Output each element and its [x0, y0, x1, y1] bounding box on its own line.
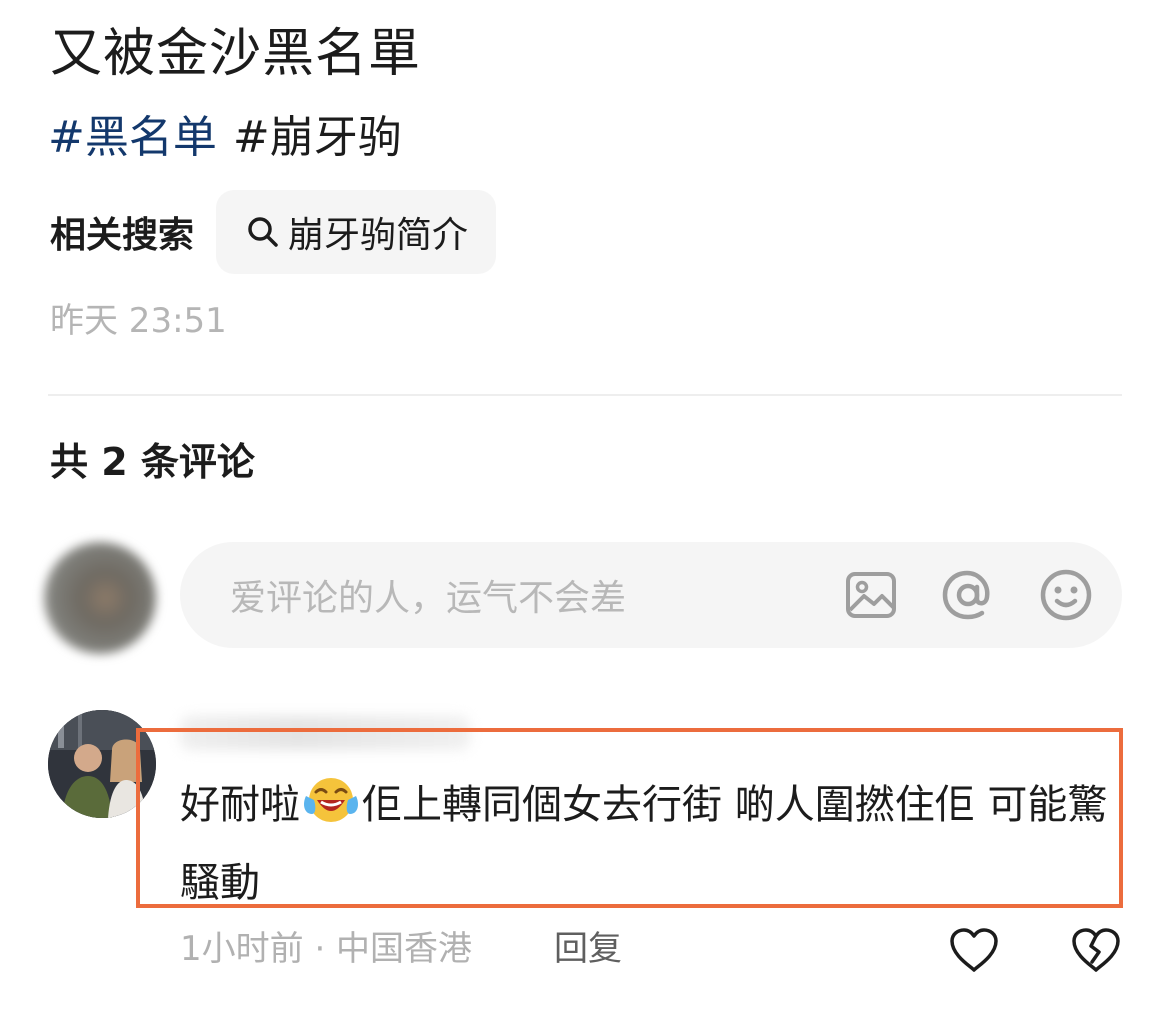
comment-input[interactable]: 爱评论的人，运气不会差: [180, 542, 1122, 648]
comment-input-icons: [844, 567, 1094, 623]
tag-bengya[interactable]: #崩牙驹: [233, 110, 402, 166]
related-search-label: 相关搜索: [50, 215, 195, 256]
tag-list: #黑名单 #崩牙驹: [48, 110, 402, 166]
at-icon[interactable]: [940, 567, 996, 623]
reply-button[interactable]: 回复: [554, 924, 622, 974]
post-title: 又被金沙黑名單: [50, 24, 422, 84]
related-search-row: 相关搜索 崩牙驹简介: [50, 190, 497, 274]
search-icon: [248, 217, 278, 247]
divider: [48, 394, 1122, 396]
comment-text: 好耐啦 佢上轉同個女去行街 啲人圍撚住佢 可能驚騷動: [180, 770, 1110, 918]
tag-blacklist[interactable]: #黑名单: [48, 110, 217, 166]
my-avatar: [44, 542, 156, 654]
comment-meta: 1小时前 · 中国香港: [180, 929, 473, 969]
post-timestamp: 昨天 23:51: [50, 301, 227, 341]
comment-count: 共 2 条评论: [50, 440, 255, 484]
comment-text-start: 好耐啦: [180, 782, 300, 828]
related-search-chip-label: 崩牙驹简介: [288, 215, 469, 256]
broken-heart-icon[interactable]: [1070, 926, 1122, 978]
heart-icon[interactable]: [948, 926, 1000, 978]
comment-input-placeholder: 爱评论的人，运气不会差: [230, 578, 627, 619]
laughing-crying-emoji-icon: [302, 774, 360, 848]
related-search-chip[interactable]: 崩牙驹简介: [216, 190, 497, 274]
emoji-icon[interactable]: [1038, 567, 1094, 623]
image-icon[interactable]: [844, 568, 898, 622]
